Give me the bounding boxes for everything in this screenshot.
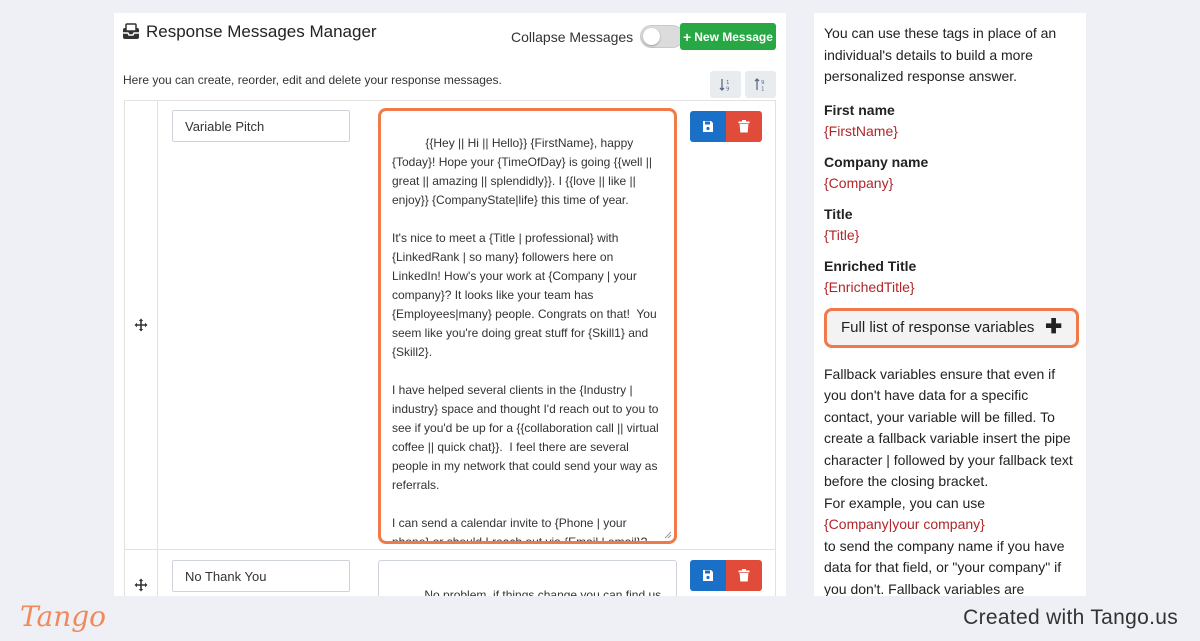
variable-label: Title [824, 205, 853, 222]
example-tag: {Company|your company} [824, 516, 985, 532]
collapse-label: Collapse Messages [511, 28, 634, 45]
message-text-area[interactable]: {{Hey || Hi || Hello}} {FirstName}, happ… [378, 108, 677, 544]
variable-label: Enriched Title [824, 257, 917, 274]
toggle-knob [643, 28, 661, 45]
variable-tag: {FirstName} [824, 123, 898, 139]
message-actions [690, 560, 762, 591]
response-messages-panel: Response Messages Manager Collapse Messa… [114, 13, 786, 596]
save-button[interactable] [690, 560, 726, 591]
drag-handle[interactable] [125, 550, 158, 596]
trash-icon [738, 569, 750, 582]
move-icon [134, 318, 148, 332]
message-text-area[interactable]: No problem, if things change you can fin… [378, 560, 677, 596]
footer-bar: Tango Created with Tango.us [0, 596, 1200, 641]
variable-tag: {EnrichedTitle} [824, 279, 915, 295]
plus-icon: + [683, 28, 692, 45]
collapse-messages-control: Collapse Messages [511, 25, 685, 48]
variable-label: Company name [824, 153, 929, 170]
message-name-input[interactable]: No Thank You [172, 560, 350, 592]
tango-logo: Tango [20, 600, 107, 633]
svg-text:1: 1 [726, 80, 730, 86]
sort-descending-button[interactable]: 9 1 [745, 71, 776, 98]
drag-handle[interactable] [125, 101, 158, 549]
full-variables-list-button[interactable]: Full list of response variables ✚ [824, 307, 1079, 348]
plus-icon: ✚ [1045, 315, 1062, 338]
new-message-label: New Message [694, 29, 773, 44]
panel-description: Here you can create, reorder, edit and d… [123, 73, 502, 87]
variables-intro: You can use these tags in place of an in… [824, 25, 1057, 84]
message-row: No Thank You No problem, if things chang… [125, 550, 775, 596]
message-list: Variable Pitch {{Hey || Hi || Hello}} {F… [124, 100, 776, 596]
svg-text:1: 1 [761, 86, 765, 92]
message-text: No problem, if things change you can fin… [424, 588, 662, 596]
variable-tag: {Company} [824, 175, 894, 191]
delete-button[interactable] [726, 560, 762, 591]
variable-item: First name {FirstName} [824, 100, 1076, 143]
message-actions [690, 111, 762, 142]
variable-label: First name [824, 101, 895, 118]
full-list-label: Full list of response variables [841, 318, 1035, 336]
floppy-icon [703, 121, 713, 132]
svg-text:9: 9 [761, 80, 765, 86]
save-button[interactable] [690, 111, 726, 142]
message-text: {{Hey || Hi || Hello}} {FirstName}, happ… [392, 136, 659, 544]
fallback-description: Fallback variables ensure that even if y… [824, 365, 1073, 490]
new-message-button[interactable]: + New Message [680, 23, 776, 50]
variable-item: Title {Title} [824, 204, 1076, 247]
floppy-icon [703, 570, 713, 581]
variables-panel: You can use these tags in place of an in… [814, 13, 1086, 596]
example-explanation: to send the company name if you have dat… [824, 537, 1065, 597]
variable-item: Enriched Title {EnrichedTitle} [824, 256, 1076, 299]
move-icon [134, 578, 148, 591]
message-name-input[interactable]: Variable Pitch [172, 110, 350, 142]
svg-text:9: 9 [726, 86, 730, 92]
footer-credit: Created with Tango.us [963, 606, 1178, 629]
message-row: Variable Pitch {{Hey || Hi || Hello}} {F… [125, 101, 775, 550]
example-intro: For example, you can use [824, 494, 986, 511]
sort-ascending-button[interactable]: 1 9 [710, 71, 741, 98]
sort-down-icon: 1 9 [719, 78, 730, 92]
collapse-toggle[interactable] [640, 25, 685, 48]
page-title: Response Messages Manager [122, 22, 377, 42]
delete-button[interactable] [726, 111, 762, 142]
variable-tag: {Title} [824, 227, 860, 243]
resize-grip-icon[interactable] [664, 531, 672, 539]
sort-up-icon: 9 1 [754, 77, 765, 92]
page-title-text: Response Messages Manager [146, 22, 377, 41]
inbox-icon [122, 23, 140, 41]
variable-item: Company name {Company} [824, 152, 1076, 195]
panel-header: Response Messages Manager Collapse Messa… [114, 13, 786, 63]
trash-icon [738, 120, 750, 133]
app-viewport: Response Messages Manager Collapse Messa… [0, 0, 1200, 596]
